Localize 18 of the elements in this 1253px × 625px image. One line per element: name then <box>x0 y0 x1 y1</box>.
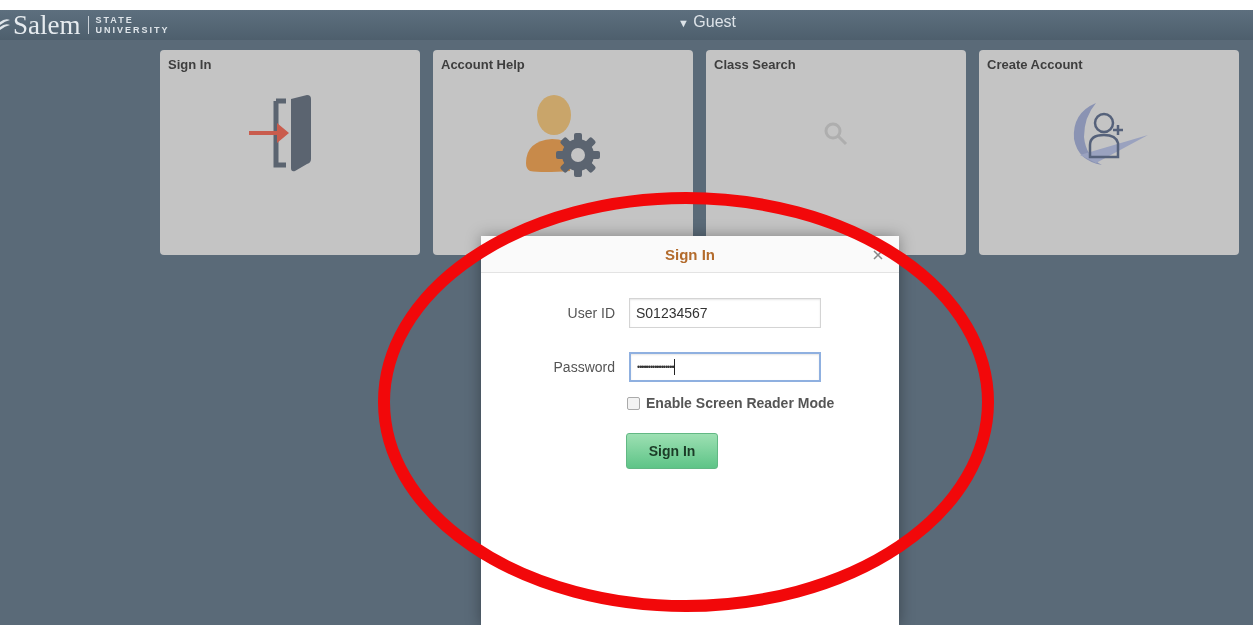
tile-title: Sign In <box>168 57 212 72</box>
logo-wordmark: Salem <box>13 11 81 39</box>
input-field[interactable]: ••••••••••••••••• <box>629 352 821 382</box>
tile[interactable]: Create Account <box>979 50 1239 255</box>
logo-subtitle: STATE <box>95 15 135 25</box>
close-icon[interactable] <box>873 250 883 260</box>
input-field[interactable]: S01234567 <box>629 298 821 328</box>
tile[interactable]: Sign In <box>160 50 420 255</box>
tile-title: Account Help <box>441 57 525 72</box>
sign-in-button[interactable]: Sign In <box>626 433 718 469</box>
user-menu[interactable]: ▼ Guest <box>678 13 737 31</box>
checkbox[interactable] <box>627 396 640 410</box>
field-label: User ID <box>566 305 615 321</box>
field-label: Password <box>552 359 615 375</box>
checkbox-label: Enable Screen Reader Mode <box>646 395 835 411</box>
tile-title: Create Account <box>987 57 1083 72</box>
logo-subtitle: UNIVERSITY <box>95 25 170 35</box>
tile-title: Class Search <box>714 57 796 72</box>
